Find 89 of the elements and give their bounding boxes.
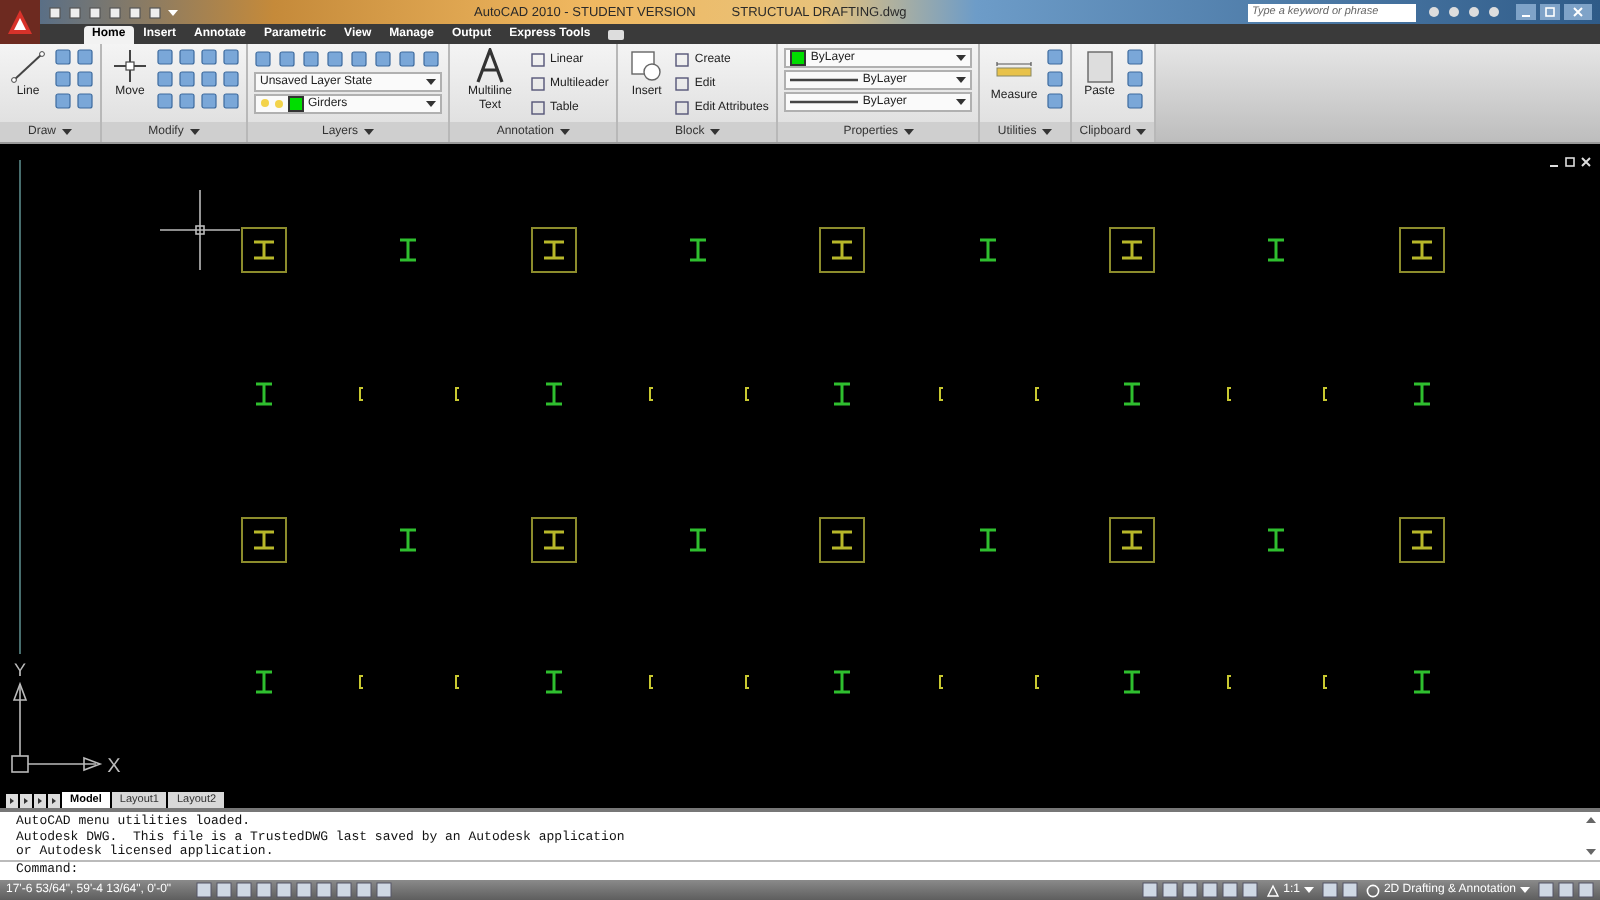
caret-icon — [426, 100, 436, 108]
caret-icon — [560, 128, 571, 136]
move-arrows-icon — [112, 48, 148, 84]
beam-end-mark — [1035, 387, 1040, 401]
minimize-icon[interactable] — [1516, 4, 1536, 20]
steel-beam-symbol — [1122, 670, 1142, 694]
line-sample-icon — [790, 76, 859, 84]
line-sample-icon — [790, 98, 859, 106]
boxed-column-symbol — [1399, 517, 1445, 563]
letter-a-icon — [472, 48, 508, 84]
beam-end-mark — [939, 675, 944, 689]
steel-beam-symbol — [544, 670, 564, 694]
caret-icon — [1520, 886, 1530, 894]
next-icon[interactable] — [34, 793, 46, 807]
viewport-close-icon[interactable] — [1580, 156, 1592, 168]
ucs-x-axis — [27, 756, 103, 772]
steel-beam-symbol — [832, 382, 852, 406]
beam-end-mark — [359, 675, 364, 689]
beam-end-mark — [649, 675, 654, 689]
beam-end-mark — [939, 387, 944, 401]
steel-beam-symbol — [1122, 382, 1142, 406]
last-page-icon[interactable] — [48, 793, 60, 807]
caret-icon — [956, 76, 967, 84]
steel-beam-symbol — [398, 528, 418, 552]
line-icon — [10, 48, 46, 84]
beam-end-mark — [1323, 675, 1328, 689]
caret-icon — [62, 128, 72, 136]
caret-icon — [1042, 128, 1053, 136]
drawing-area[interactable]: Y X — [0, 144, 1600, 790]
boxed-column-symbol — [531, 227, 577, 273]
steel-beam-symbol — [254, 382, 274, 406]
caret-icon — [956, 98, 967, 106]
steel-beam-symbol — [1412, 382, 1432, 406]
steel-beam-symbol — [544, 382, 564, 406]
caret-icon — [189, 128, 200, 136]
previous-icon[interactable] — [20, 793, 32, 807]
beam-end-mark — [649, 387, 654, 401]
beam-end-mark — [1323, 387, 1328, 401]
steel-beam-symbol — [254, 670, 274, 694]
beam-end-mark — [455, 675, 460, 689]
boxed-column-symbol — [819, 227, 865, 273]
beam-end-mark — [745, 387, 750, 401]
steel-beam-symbol — [832, 670, 852, 694]
beam-end-mark — [359, 387, 364, 401]
boxed-column-symbol — [819, 517, 865, 563]
block-insert-icon — [628, 48, 665, 84]
caret-icon — [904, 128, 915, 136]
dropdown-caret-icon[interactable] — [168, 7, 178, 17]
caret-icon — [956, 54, 967, 62]
steel-beam-symbol — [688, 528, 708, 552]
boxed-column-symbol — [1109, 517, 1155, 563]
steel-beam-symbol — [978, 528, 998, 552]
steel-beam-symbol — [978, 238, 998, 262]
crosshair-cursor — [159, 189, 241, 271]
boxed-column-symbol — [241, 227, 287, 273]
boxed-column-symbol — [241, 517, 287, 563]
close-icon[interactable] — [1564, 4, 1592, 20]
ruler-icon — [996, 62, 1033, 77]
first-page-icon[interactable] — [6, 793, 18, 807]
caret-icon — [1136, 128, 1147, 136]
steel-beam-symbol — [398, 238, 418, 262]
beam-end-mark — [1035, 675, 1040, 689]
caret-icon — [426, 78, 436, 86]
steel-beam-symbol — [1266, 238, 1286, 262]
viewport-restore-icon[interactable] — [1564, 156, 1576, 168]
beam-end-mark — [1227, 675, 1232, 689]
autocad-logo-icon — [6, 8, 34, 36]
beam-end-mark — [455, 387, 460, 401]
ucs-axis-label: Y — [14, 660, 26, 680]
panel-toggle-icon[interactable] — [608, 30, 625, 40]
beam-end-mark — [1227, 387, 1232, 401]
caret-icon — [710, 128, 721, 136]
boxed-column-symbol — [1399, 227, 1445, 273]
scroll-up-icon[interactable] — [1586, 816, 1596, 824]
boxed-column-symbol — [531, 517, 577, 563]
application-menu-button[interactable] — [0, 0, 40, 44]
caret-icon — [1303, 886, 1314, 894]
steel-beam-symbol — [1412, 670, 1432, 694]
ucs-y-axis — [12, 681, 28, 757]
annotation-scale-icon — [1265, 883, 1280, 897]
ucs-origin-box — [11, 755, 29, 773]
steel-beam-symbol — [1266, 528, 1286, 552]
boxed-column-symbol — [1109, 227, 1155, 273]
beam-end-mark — [745, 675, 750, 689]
steel-beam-symbol — [688, 238, 708, 262]
ucs-axis-label: X — [107, 756, 121, 778]
scroll-down-icon[interactable] — [1586, 848, 1596, 856]
clipboard-icon — [1081, 48, 1118, 84]
caret-icon — [364, 128, 374, 136]
